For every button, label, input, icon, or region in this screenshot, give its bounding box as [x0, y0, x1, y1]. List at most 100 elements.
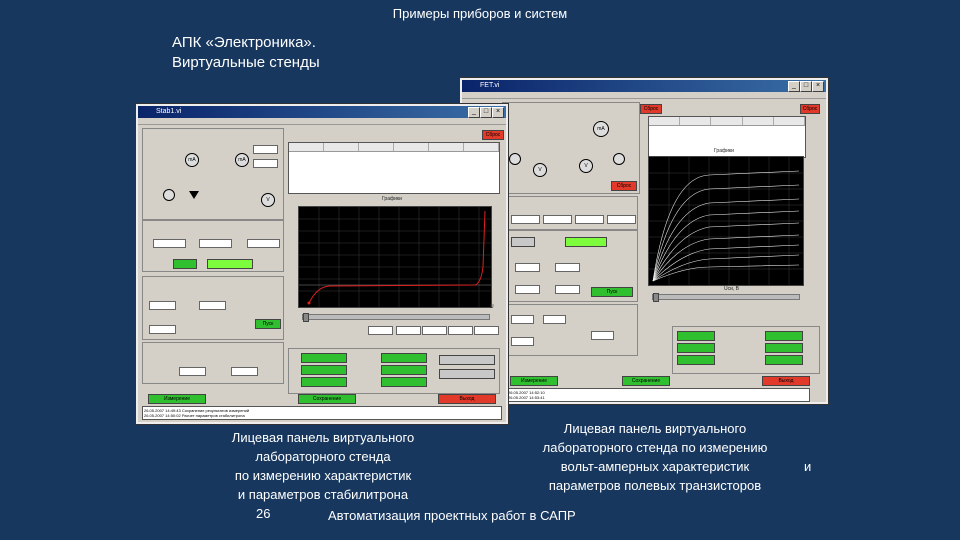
- fet-steps-panel: [506, 304, 638, 356]
- caption-left-line: Лицевая панель виртуального: [231, 430, 415, 445]
- param-field[interactable]: [543, 315, 566, 324]
- source-icon: [509, 153, 521, 165]
- table-header: [289, 143, 499, 152]
- zener-graph-scrollbar[interactable]: [302, 313, 490, 322]
- zener-exit-button[interactable]: Выход: [438, 394, 496, 404]
- zener-window-title: Stab1.vi: [156, 108, 182, 115]
- minimize-icon[interactable]: _: [468, 107, 480, 118]
- fet-clear-button[interactable]: Сброс: [611, 181, 637, 191]
- param-field[interactable]: [607, 215, 636, 224]
- param-field[interactable]: [543, 215, 572, 224]
- param-field[interactable]: [591, 331, 614, 340]
- zener-log: 26.05.2007 14:49:43 Сохранение результат…: [142, 406, 502, 420]
- zener-clear-button[interactable]: Сброс: [482, 130, 504, 140]
- fet-clear-table-button[interactable]: Сброс: [800, 104, 820, 114]
- output-button[interactable]: [677, 331, 715, 341]
- param-field[interactable]: [231, 367, 258, 376]
- fet-exit-button[interactable]: Выход: [762, 376, 810, 386]
- maximize-icon[interactable]: □: [800, 81, 812, 92]
- close-icon[interactable]: ×: [492, 107, 504, 118]
- fet-clear-top-button[interactable]: Сброс: [640, 104, 662, 114]
- mode-button[interactable]: [511, 237, 535, 247]
- param-field[interactable]: [575, 215, 604, 224]
- param-field[interactable]: [511, 337, 534, 346]
- close-icon[interactable]: ×: [812, 81, 824, 92]
- caption-left-line: по измерению характеристик: [234, 468, 412, 483]
- fet-mode-panel: Пуск: [506, 230, 638, 302]
- zener-start-button[interactable]: Пуск: [255, 319, 281, 329]
- mode-active-button[interactable]: [565, 237, 607, 247]
- voltmeter-icon: V: [579, 159, 593, 173]
- output-button[interactable]: [677, 355, 715, 365]
- zener-results-panel: [142, 342, 284, 384]
- param-field[interactable]: [199, 239, 232, 248]
- fet-params-panel: [506, 196, 638, 230]
- param-field[interactable]: [396, 326, 421, 335]
- fet-log: 26.05.2007 14:52:10 26.05.2007 14:53:41: [506, 388, 810, 402]
- table-header: [649, 117, 806, 126]
- characteristic-button[interactable]: [439, 355, 495, 365]
- zener-circuit-panel: mA mA V: [142, 128, 284, 220]
- param-field[interactable]: [153, 239, 186, 248]
- characteristic-button[interactable]: [381, 377, 427, 387]
- output-button[interactable]: [677, 343, 715, 353]
- caption-right-and: и: [804, 459, 812, 474]
- fet-circuit-panel: mA V V Сброс: [502, 102, 640, 194]
- voltmeter-icon: V: [261, 193, 275, 207]
- zener-stand-window: Stab1.vi _ □ × mA mA V Сброс Пуск График…: [136, 104, 508, 424]
- output-button[interactable]: [765, 331, 803, 341]
- fet-window-title: FET.vi: [480, 82, 500, 89]
- zener-graph-canvas: [299, 207, 491, 307]
- zener-params-panel: [142, 220, 284, 272]
- caption-right: Лицевая панель виртуального лабораторног…: [500, 419, 810, 495]
- source-icon: [163, 189, 175, 201]
- maximize-icon[interactable]: □: [480, 107, 492, 118]
- zener-buttons-panel: [288, 348, 500, 394]
- characteristic-button[interactable]: [381, 365, 427, 375]
- characteristic-button[interactable]: [301, 353, 347, 363]
- param-field[interactable]: [511, 315, 534, 324]
- caption-right-line: лабораторного стенда по измерению: [542, 440, 768, 455]
- characteristic-button[interactable]: [439, 369, 495, 379]
- log-line: 26.05.2007 14:50:02 Расчет параметров ст…: [144, 413, 245, 418]
- log-line: 26.05.2007 14:53:41: [508, 395, 545, 400]
- characteristic-button[interactable]: [381, 353, 427, 363]
- param-field[interactable]: [448, 326, 473, 335]
- mode-active-button[interactable]: [207, 259, 253, 269]
- param-field[interactable]: [422, 326, 447, 335]
- param-field[interactable]: [253, 159, 278, 168]
- mode-button[interactable]: [173, 259, 197, 269]
- fet-menubar: [462, 92, 826, 99]
- param-field[interactable]: [179, 367, 206, 376]
- param-field[interactable]: [199, 301, 226, 310]
- ammeter-icon: mA: [185, 153, 199, 167]
- output-button[interactable]: [765, 343, 803, 353]
- caption-left-line: и параметров стабилитрона: [237, 487, 409, 502]
- param-field[interactable]: [247, 239, 280, 248]
- characteristic-button[interactable]: [301, 365, 347, 375]
- fet-stand-window: FET.vi _ □ × mA V V Сброс Сброс Пуск Сбр…: [460, 78, 828, 404]
- fet-graph-canvas: [649, 157, 803, 285]
- param-field[interactable]: [555, 263, 580, 272]
- param-field[interactable]: [149, 325, 176, 334]
- caption-left: Лицевая панель виртуального лабораторног…: [178, 428, 468, 504]
- characteristic-button[interactable]: [301, 377, 347, 387]
- fet-measure-button[interactable]: Измерение: [510, 376, 558, 386]
- param-field[interactable]: [515, 263, 540, 272]
- fet-start-button[interactable]: Пуск: [591, 287, 633, 297]
- slide-top-title: Примеры приборов и систем: [392, 6, 568, 21]
- zener-window-titlebar: Stab1.vi _ □ ×: [138, 106, 506, 118]
- param-field[interactable]: [149, 301, 176, 310]
- output-button[interactable]: [765, 355, 803, 365]
- param-field[interactable]: [555, 285, 580, 294]
- param-field[interactable]: [474, 326, 499, 335]
- zener-measure-button[interactable]: Измерение: [148, 394, 206, 404]
- param-field[interactable]: [368, 326, 393, 335]
- fet-graph-scrollbar[interactable]: [652, 293, 800, 302]
- minimize-icon[interactable]: _: [788, 81, 800, 92]
- zener-save-button[interactable]: Сохранение: [298, 394, 356, 404]
- param-field[interactable]: [515, 285, 540, 294]
- param-field[interactable]: [253, 145, 278, 154]
- fet-save-button[interactable]: Сохранение: [622, 376, 670, 386]
- param-field[interactable]: [511, 215, 540, 224]
